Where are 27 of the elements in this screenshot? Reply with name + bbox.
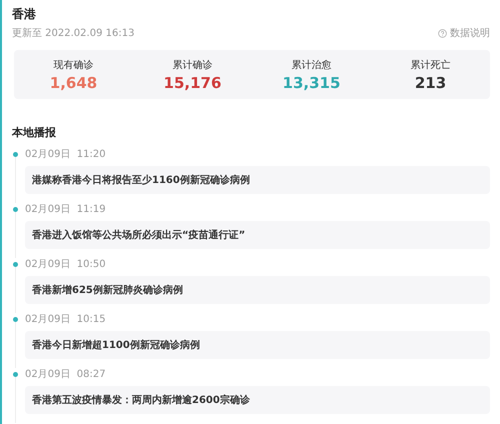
stat-value: 213 bbox=[414, 74, 446, 92]
timeline-dot bbox=[13, 317, 18, 322]
news-time: 02月09日 11:19 bbox=[25, 203, 107, 217]
news-time: 02月09日 10:15 bbox=[25, 313, 107, 327]
news-time: 02月09日 10:50 bbox=[25, 258, 107, 272]
news-card[interactable]: 香港进入饭馆等公共场所必须出示“疫苗通行证” bbox=[25, 221, 490, 249]
stat-label: 累计死亡 bbox=[410, 58, 450, 72]
region-title: 香港 bbox=[12, 6, 37, 22]
news-card[interactable]: 香港新增625例新冠肺炎确诊病例 bbox=[25, 276, 490, 304]
help-icon[interactable] bbox=[438, 28, 447, 38]
timeline-dot bbox=[13, 262, 18, 267]
news-card[interactable]: 香港今日新增超1100例新冠确诊病例 bbox=[25, 331, 490, 359]
timeline-dot bbox=[13, 207, 18, 212]
stat-label: 累计治愈 bbox=[292, 58, 332, 72]
timeline-dot bbox=[13, 152, 18, 157]
update-time: 更新至 2022.02.09 16:13 bbox=[12, 26, 134, 40]
timeline-dot bbox=[13, 372, 18, 377]
stat-label: 累计确诊 bbox=[172, 58, 212, 72]
stat-value: 1,648 bbox=[50, 74, 98, 92]
news-time: 02月09日 08:27 bbox=[25, 368, 107, 382]
stat-value: 15,176 bbox=[164, 74, 222, 92]
section-title: 本地播报 bbox=[12, 125, 57, 140]
stat-value: 13,315 bbox=[282, 74, 340, 92]
news-card[interactable]: 港媒称香港今日将报告至少1160例新冠确诊病例 bbox=[25, 166, 490, 194]
news-card[interactable]: 香港第五波疫情暴发：两周内新增逾2600宗确诊 bbox=[25, 386, 490, 414]
stat-label: 现有确诊 bbox=[54, 58, 94, 72]
news-time: 02月09日 11:20 bbox=[25, 148, 107, 162]
